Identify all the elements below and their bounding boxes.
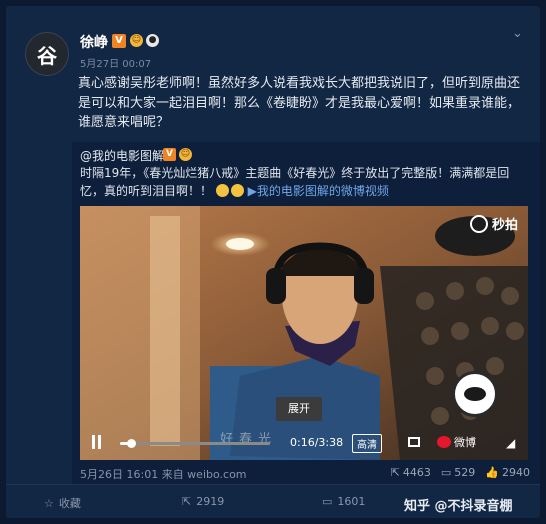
weibo-post-card: 谷 徐峥 V ☺ ● 5月27日 00:07 ⌄ 真心感谢吴彤老师啊！虽然好多人… [6,6,540,518]
comment-icon: ▭ [322,495,333,508]
video-player[interactable]: 秒拍 展开 好春光 0:16/3:38 高清 微博 ◢ [80,206,528,460]
collect-button[interactable]: ☆ 收藏 [44,495,81,511]
share-icon: ⇱ [182,495,192,508]
pause-icon[interactable] [90,435,104,449]
seek-handle[interactable] [126,439,136,448]
verified-badge-icon: V [163,148,176,161]
miaopai-logo: 秒拍 [469,214,518,233]
zhihu-watermark: 知乎 @不抖录音棚 [404,499,513,514]
star-icon: ☆ [44,496,54,510]
share-icon: ⇱ [390,466,400,479]
repost-text: 时隔19年，《春光灿烂猪八戒》主题曲《好春光》终于放出了完整版！满满都是回忆，真… [80,166,510,198]
expand-tooltip[interactable]: 展开 [276,397,322,421]
comment-icon: ▭ [440,466,452,479]
chevron-down-icon[interactable]: ⌄ [512,26,523,41]
weibo-share-button[interactable]: 微博 [437,434,476,450]
post-content: 真心感谢吴彤老师啊！虽然好多人说看我戏长大都把我说旧了，但听到原曲还是可以和大家… [78,76,521,130]
video-time: 0:16/3:38 [290,436,344,449]
repost-card: @我的电影图解 V ☺ 时隔19年，《春光灿烂猪八戒》主题曲《好春光》终于放出了… [72,142,540,484]
repost-comment-count[interactable]: ▭ 529 [441,466,475,479]
username-link[interactable]: 徐峥 [80,32,108,52]
repost-stats: ⇱ 4463 ▭ 529 👍 2940 [391,466,530,479]
weibo-logo-icon [437,436,451,448]
video-link-icon: ▶ [247,184,257,198]
share-button[interactable]: ⇱ 2919 [182,495,224,508]
comment-button[interactable]: ▭ 1601 [322,495,365,508]
film-reel-logo-icon [452,371,498,417]
crying-emoji-icon [215,184,229,197]
crying-emoji-icon [230,184,244,197]
video-frame [80,206,528,460]
seek-bar[interactable] [120,439,270,448]
post-timestamp[interactable]: 5月27日 00:07 [80,55,151,70]
panda-icon: ● [146,34,159,47]
miaopai-icon [469,214,488,233]
video-link[interactable]: 我的电影图解的微博视频 [257,184,389,198]
mute-icon[interactable]: ◢ [506,436,515,450]
repost-share-count[interactable]: ⇱ 4463 [391,466,431,479]
fullscreen-icon[interactable] [408,437,420,447]
quality-button[interactable]: 高清 [352,434,382,453]
member-crown-icon: ☺ [179,148,192,161]
member-crown-icon: ☺ [130,34,143,47]
video-controls: 0:16/3:38 高清 微博 ◢ [80,426,528,460]
verified-badge-icon: V [112,34,126,48]
thumbs-up-icon: 👍 [485,466,499,479]
repost-like-count[interactable]: 👍 2940 [485,466,530,479]
repost-username-link[interactable]: @我的电影图解 [80,147,164,164]
avatar[interactable]: 谷 [25,32,69,76]
